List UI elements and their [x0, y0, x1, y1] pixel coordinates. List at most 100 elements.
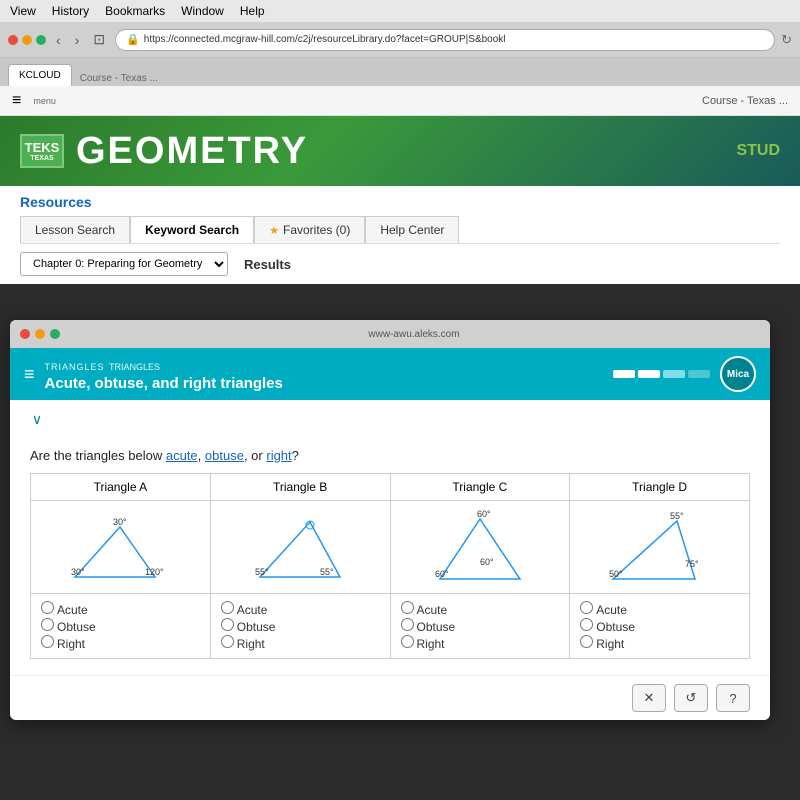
progress-seg-1: [613, 370, 635, 378]
radio-group-b: Acute Obtuse Right: [221, 601, 380, 651]
menu-item-bookmarks[interactable]: Bookmarks: [105, 4, 165, 18]
radio-c-right[interactable]: Right: [401, 635, 560, 651]
maximize-button[interactable]: [36, 35, 46, 45]
svg-text:30°: 30°: [71, 567, 85, 577]
close-button[interactable]: [8, 35, 18, 45]
aleks-titlebar: www-awu.aleks.com: [10, 320, 770, 348]
aleks-expand-button[interactable]: ∨: [24, 406, 50, 432]
aleks-maximize[interactable]: [50, 329, 60, 339]
menu-item-help[interactable]: Help: [240, 4, 265, 18]
tab-favorites[interactable]: ★ Favorites (0): [254, 216, 365, 243]
radio-input-b-obtuse[interactable]: [221, 618, 234, 631]
link-obtuse[interactable]: obtuse: [205, 448, 244, 463]
link-right[interactable]: right: [266, 448, 291, 463]
tab-help-center[interactable]: Help Center: [365, 216, 459, 243]
radio-b-acute[interactable]: Acute: [221, 601, 380, 617]
radio-d-obtuse[interactable]: Obtuse: [580, 618, 739, 634]
traffic-lights: [8, 35, 46, 45]
svg-text:50°: 50°: [609, 569, 623, 579]
undo-button[interactable]: ↺: [674, 684, 708, 712]
triangle-d-header: Triangle D: [570, 474, 750, 501]
link-acute[interactable]: acute: [166, 448, 198, 463]
triangle-d-svg: 55° 75° 50°: [605, 507, 715, 587]
radio-input-d-acute[interactable]: [580, 601, 593, 614]
radio-d-acute[interactable]: Acute: [580, 601, 739, 617]
radio-group-b-cell: Acute Obtuse Right: [210, 594, 390, 659]
mgh-topnav: ≡ menu Course - Texas ...: [0, 86, 800, 116]
radio-input-c-obtuse[interactable]: [401, 618, 414, 631]
aleks-window: www-awu.aleks.com ≡ TRIANGLES TRIANGLES …: [10, 320, 770, 720]
triangle-b-svg: 55° 55°: [245, 507, 355, 587]
back-button[interactable]: ‹: [52, 30, 65, 50]
svg-text:30°: 30°: [113, 517, 127, 527]
chapter-select[interactable]: Chapter 0: Preparing for Geometry: [20, 252, 228, 276]
triangle-c-svg: 60° 60° 60°: [425, 507, 535, 587]
aleks-traffic-lights: [20, 329, 60, 339]
radio-input-d-right[interactable]: [580, 635, 593, 648]
radio-a-right[interactable]: Right: [41, 635, 200, 651]
aleks-topic-info: TRIANGLES TRIANGLES Acute, obtuse, and r…: [45, 357, 603, 392]
svg-text:55°: 55°: [255, 567, 269, 577]
progress-seg-3: [663, 370, 685, 378]
minimize-button[interactable]: [22, 35, 32, 45]
teks-text: TEKS: [25, 140, 60, 155]
mgh-resources: Resources Lesson Search Keyword Search ★…: [0, 186, 800, 284]
progress-seg-4: [688, 370, 710, 378]
radio-a-acute[interactable]: Acute: [41, 601, 200, 617]
resources-label: Resources: [20, 194, 780, 210]
tab-keyword-search[interactable]: Keyword Search: [130, 216, 254, 243]
radio-a-obtuse[interactable]: Obtuse: [41, 618, 200, 634]
triangle-c-cell: 60° 60° 60°: [390, 501, 570, 594]
help-button[interactable]: ?: [716, 684, 750, 712]
address-bar[interactable]: 🔒 https://connected.mcgraw-hill.com/c2j/…: [115, 29, 775, 51]
radio-input-a-right[interactable]: [41, 635, 54, 648]
radio-input-a-obtuse[interactable]: [41, 618, 54, 631]
course-label: Course - Texas ...: [702, 95, 788, 107]
triangle-b-header: Triangle B: [210, 474, 390, 501]
forward-button[interactable]: ›: [71, 30, 84, 50]
radio-d-right[interactable]: Right: [580, 635, 739, 651]
radio-input-c-acute[interactable]: [401, 601, 414, 614]
menu-item-history[interactable]: History: [52, 4, 89, 18]
menu-item-window[interactable]: Window: [181, 4, 224, 18]
aleks-minimize[interactable]: [35, 329, 45, 339]
radio-b-right[interactable]: Right: [221, 635, 380, 651]
aleks-question: Are the triangles below acute, obtuse, o…: [30, 448, 750, 463]
menu-item-view[interactable]: View: [10, 4, 36, 18]
triangle-a-svg: 30° 120° 30°: [65, 507, 175, 587]
results-label: Results: [244, 257, 291, 272]
aleks-avatar: Mica: [720, 356, 756, 392]
tab-button[interactable]: ⊡: [89, 29, 109, 50]
triangle-d-cell: 55° 75° 50°: [570, 501, 750, 594]
radio-input-b-right[interactable]: [221, 635, 234, 648]
radio-group-d: Acute Obtuse Right: [580, 601, 739, 651]
aleks-hamburger-icon[interactable]: ≡: [24, 364, 35, 385]
browser-tab-kcloud[interactable]: KCLOUD: [8, 64, 72, 86]
radio-c-acute[interactable]: Acute: [401, 601, 560, 617]
geometry-title: GEOMETRY: [76, 130, 308, 173]
aleks-topic-title: Acute, obtuse, and right triangles: [45, 375, 603, 392]
mgh-page: ≡ menu Course - Texas ... TEKS TEXAS GEO…: [0, 86, 800, 284]
triangle-b-cell: 55° 55°: [210, 501, 390, 594]
refresh-button[interactable]: ↻: [781, 32, 792, 48]
radio-c-obtuse[interactable]: Obtuse: [401, 618, 560, 634]
tab-lesson-search[interactable]: Lesson Search: [20, 216, 130, 243]
aleks-close[interactable]: [20, 329, 30, 339]
aleks-bottombar: ✕ ↺ ?: [10, 675, 770, 720]
radio-b-obtuse[interactable]: Obtuse: [221, 618, 380, 634]
triangle-a-cell: 30° 120° 30°: [31, 501, 211, 594]
radio-input-a-acute[interactable]: [41, 601, 54, 614]
cross-button[interactable]: ✕: [632, 684, 666, 712]
radio-group-d-cell: Acute Obtuse Right: [570, 594, 750, 659]
radio-input-b-acute[interactable]: [221, 601, 234, 614]
aleks-body: Are the triangles below acute, obtuse, o…: [10, 438, 770, 675]
resources-row: Chapter 0: Preparing for Geometry Result…: [20, 243, 780, 284]
hamburger-icon[interactable]: ≡: [12, 92, 21, 110]
browser-tab-course[interactable]: Course - Texas ...: [74, 71, 164, 86]
radio-input-c-right[interactable]: [401, 635, 414, 648]
browser-tab-bar: KCLOUD Course - Texas ...: [0, 58, 800, 86]
radio-input-d-obtuse[interactable]: [580, 618, 593, 631]
stud-label: STUD: [736, 142, 780, 160]
address-text: https://connected.mcgraw-hill.com/c2j/re…: [144, 34, 506, 45]
resources-tab-strip: Lesson Search Keyword Search ★ Favorites…: [20, 216, 780, 243]
